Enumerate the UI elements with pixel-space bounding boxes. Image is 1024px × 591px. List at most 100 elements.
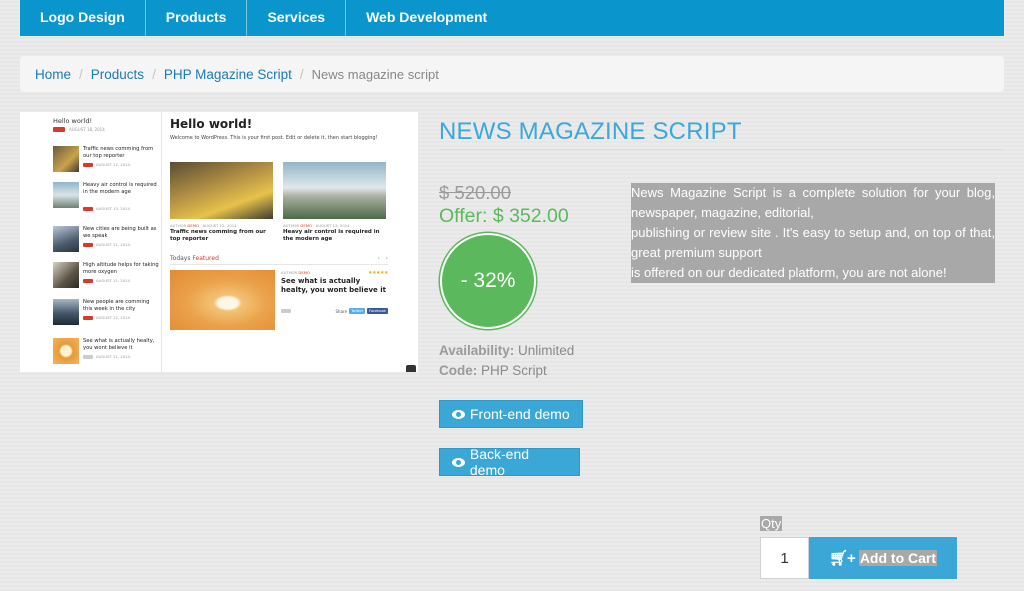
qty-label: Qty (760, 516, 783, 531)
card-date: AUGUST 12, 2014 (202, 223, 237, 228)
add-to-cart-label: Add to Cart (858, 550, 938, 566)
preview-card-image-plane (283, 162, 386, 219)
preview-item-meta: AUGUST 12, 2014 (83, 162, 130, 167)
preview-main-intro: Welcome to WordPress. This is your first… (170, 135, 378, 141)
preview-item-title: See what is actually healty, you wont be… (83, 338, 155, 351)
twitter-share-button: Twitter (349, 308, 366, 314)
frontend-demo-button[interactable]: Front-end demo (439, 400, 583, 428)
comment-badge-icon (53, 127, 65, 132)
preview-sidebar-item: High altitude helps for taking more oxyg… (53, 262, 159, 290)
product-title: NEWS MAGAZINE SCRIPT (439, 118, 1004, 150)
carousel-arrows-icon: ‹ › (377, 255, 388, 262)
breadcrumb-separator: / (299, 66, 304, 82)
preview-card-title: Heavy air control is required in the mod… (283, 229, 380, 242)
preview-item-meta: AUGUST 11, 2014 (83, 242, 130, 247)
preview-sidebar-title: Hello world! (53, 117, 93, 125)
preview-item-title: Heavy air control is required in the mod… (83, 182, 157, 195)
author-label: AUTHOR (283, 223, 300, 228)
eye-icon (452, 409, 465, 419)
author-label: AUTHOR (170, 223, 187, 228)
quantity-input[interactable]: 1 (760, 537, 809, 579)
cart-plus-icon: 🛒︎+ (829, 550, 856, 567)
preview-item-date: AUGUST 11, 2014 (96, 278, 130, 283)
preview-item-meta: AUGUST 11, 2014 (83, 278, 130, 283)
preview-sidebar: Hello world! AUGUST 18, 2014 Traffic new… (20, 112, 162, 372)
preview-item-date: AUGUST 11, 2014 (96, 354, 130, 359)
nav-item-logo-design[interactable]: Logo Design (20, 0, 146, 36)
code-value: PHP Script (481, 363, 547, 378)
preview-main-title: Hello world! (170, 117, 253, 131)
comment-badge-icon (83, 242, 93, 247)
breadcrumb-php-magazine-script[interactable]: PHP Magazine Script (164, 67, 292, 82)
preview-thumb-taxi (53, 146, 79, 172)
preview-featured-heading: Todays Featured ‹ › (170, 255, 388, 265)
product-description: News Magazine Script is a complete solut… (631, 183, 995, 283)
breadcrumb-separator: / (79, 66, 83, 82)
eye-icon (452, 457, 465, 467)
author-name: DEMO (187, 223, 199, 228)
availability-label: Availability: (439, 343, 515, 358)
description-line: publishing or review site . It's easy to… (631, 223, 995, 263)
facebook-share-button: Facebook (367, 308, 388, 314)
main-navbar: Logo Design Products Services Web Develo… (20, 0, 1004, 36)
comment-badge-icon (83, 206, 93, 211)
preview-sidebar-item: See what is actually healty, you wont be… (53, 338, 157, 366)
preview-thumb-city (53, 226, 79, 252)
rating-stars-icon: ★★★★★ (368, 270, 388, 276)
preview-item-date: AUGUST 12, 2014 (96, 162, 130, 167)
description-line: is offered on our dedicated platform, yo… (631, 263, 995, 283)
backend-demo-label: Back-end demo (469, 446, 530, 478)
preview-share-bar: Share Twitter Facebook (281, 308, 388, 314)
code-line: Code: PHP Script (439, 363, 547, 378)
share-label: Share (335, 308, 348, 314)
featured-highlight: Featured (192, 255, 219, 262)
author-name: DEMO (300, 223, 312, 228)
preview-sidebar-item: New cities are being built as we speak A… (53, 226, 157, 254)
preview-item-date: AUGUST 12, 2014 (96, 315, 130, 320)
preview-sidebar-date: AUGUST 18, 2014 (69, 127, 105, 132)
frontend-demo-label: Front-end demo (470, 406, 570, 422)
preview-corner-icon (406, 365, 416, 372)
breadcrumb: Home / Products / PHP Magazine Script / … (20, 56, 1004, 92)
preview-item-title: New cities are being built as we speak (83, 226, 157, 239)
preview-main: Hello world! Welcome to WordPress. This … (170, 112, 418, 372)
preview-card: AUTHOR DEMO AUGUST 12, 2014 Traffic news… (170, 162, 273, 243)
preview-card: AUTHOR DEMO AUGUST 13, 2014 Heavy air co… (283, 162, 386, 243)
preview-thumb-mountain (53, 262, 79, 288)
preview-item-title: Traffic news comming from our top report… (83, 146, 154, 159)
preview-item-date: AUGUST 11, 2014 (96, 242, 130, 247)
nav-item-services[interactable]: Services (247, 0, 347, 36)
comment-badge-icon (83, 162, 93, 167)
preview-thumb-healthy (53, 338, 79, 364)
product-preview-image[interactable]: Hello world! AUGUST 18, 2014 Traffic new… (20, 112, 418, 372)
add-to-cart-button[interactable]: 🛒︎+ Add to Cart (809, 537, 957, 579)
preview-card-author: AUTHOR DEMO AUGUST 12, 2014 (170, 223, 273, 228)
nav-item-web-development[interactable]: Web Development (346, 0, 507, 36)
availability-value: Unlimited (518, 343, 575, 358)
preview-sidebar-item: Heavy air control is required in the mod… (53, 182, 157, 211)
preview-card-title: Traffic news comming from our top report… (170, 229, 266, 242)
description-text: News Magazine Script is a complete solut… (631, 185, 995, 220)
breadcrumb-current: News magazine script (311, 66, 439, 82)
author-name: DEMO (298, 270, 310, 275)
description-text: is offered on our dedicated platform, yo… (631, 265, 947, 280)
comment-badge-icon (281, 309, 291, 313)
preview-card-image-taxi (170, 162, 273, 219)
preview-item-title: High altitude helps for taking more oxyg… (83, 262, 159, 275)
preview-thumb-plane (53, 182, 79, 208)
preview-item-date: AUGUST 13, 2014 (96, 206, 130, 211)
description-text: publishing or review site . It's easy to… (631, 225, 995, 260)
preview-sidebar-item: New people are comming this week in the … (53, 299, 157, 327)
backend-demo-button[interactable]: Back-end demo (439, 446, 580, 478)
preview-item-title: New people are comming this week in the … (83, 299, 150, 312)
comment-badge-icon (83, 354, 93, 359)
breadcrumb-separator: / (152, 66, 156, 82)
comment-badge-icon (83, 278, 93, 283)
breadcrumb-products[interactable]: Products (91, 67, 144, 82)
preview-item-meta: AUGUST 11, 2014 (83, 354, 130, 359)
preview-sidebar-item: Traffic news comming from our top report… (53, 146, 157, 174)
preview-featured-title: See what is actually healty, you wont be… (281, 277, 386, 294)
featured-prefix: Todays (170, 255, 191, 262)
breadcrumb-home[interactable]: Home (35, 67, 71, 82)
nav-item-products[interactable]: Products (146, 0, 248, 36)
